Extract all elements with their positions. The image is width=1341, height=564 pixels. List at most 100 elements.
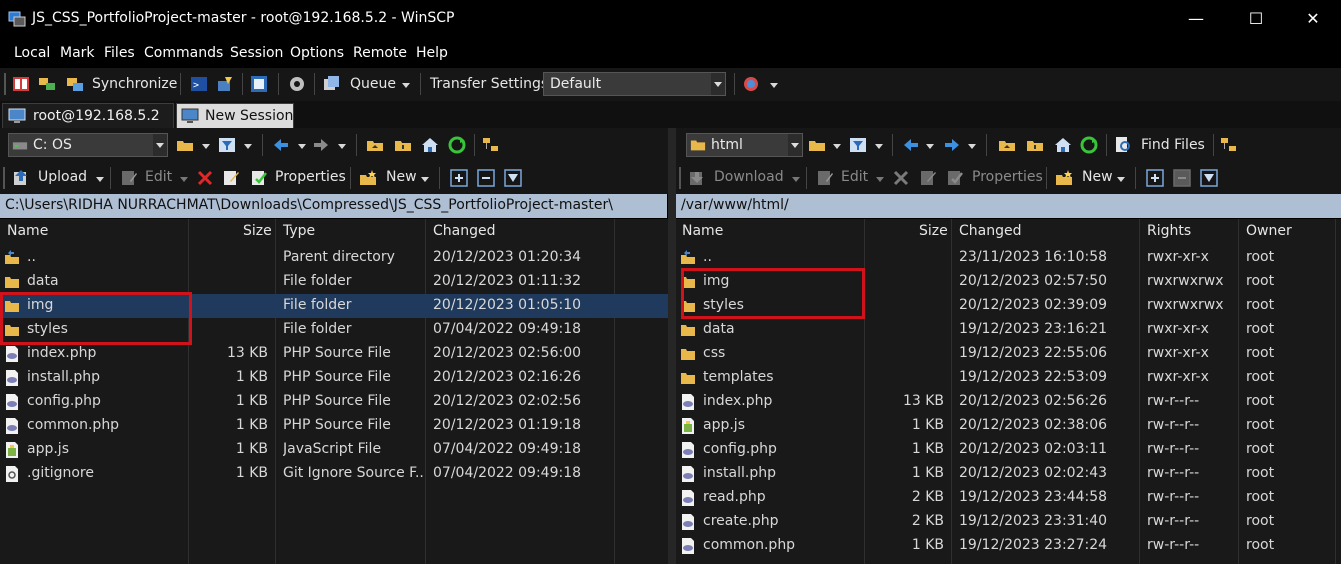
synchronize-button[interactable]: Synchronize	[92, 76, 177, 92]
console-icon[interactable]: >	[190, 75, 208, 93]
filter-icon[interactable]	[218, 136, 236, 154]
table-row[interactable]: install.php 1 KB PHP Source File 20/12/2023…	[0, 366, 668, 390]
menu-help[interactable]: Help	[416, 45, 448, 61]
parent-directory-icon[interactable]	[366, 136, 384, 154]
download-button[interactable]: Download	[714, 169, 784, 185]
table-row[interactable]: config.php 1 KB 20/12/2023 02:03:11 rw-r--r…	[676, 438, 1341, 462]
minimize-button[interactable]: —	[1173, 0, 1219, 38]
table-row[interactable]: create.php 2 KB 19/12/2023 23:31:40 rw-r--r…	[676, 510, 1341, 534]
home-icon[interactable]	[421, 136, 439, 154]
forward-dropdown-icon[interactable]	[338, 144, 346, 149]
session-dropdown-icon[interactable]	[770, 83, 778, 88]
queue-dropdown-icon[interactable]	[402, 83, 410, 88]
column-header-rights[interactable]: Rights	[1147, 223, 1191, 239]
filter-icon[interactable]	[849, 136, 867, 154]
table-row[interactable]: install.php 1 KB 20/12/2023 02:02:43 rw-r--…	[676, 462, 1341, 486]
root-directory-icon[interactable]	[394, 136, 412, 154]
back-arrow-icon[interactable]	[272, 136, 290, 154]
synchronize-browsing-icon[interactable]	[38, 75, 56, 93]
parent-directory-icon[interactable]	[998, 136, 1016, 154]
select-all-icon[interactable]	[1146, 169, 1164, 187]
edit-dropdown-icon[interactable]	[180, 177, 188, 182]
menu-mark[interactable]: Mark	[60, 45, 95, 61]
table-row[interactable]: .. Parent directory 20/12/2023 01:20:34	[0, 246, 668, 270]
filter-mask-icon[interactable]	[504, 169, 522, 187]
queue-button[interactable]: Queue	[350, 76, 396, 92]
table-row[interactable]: app.js 1 KB JavaScript File 07/04/2022 09:4…	[0, 438, 668, 462]
forward-arrow-icon[interactable]	[943, 136, 961, 154]
tree-view-icon[interactable]	[482, 136, 500, 154]
select-all-icon[interactable]	[450, 169, 468, 187]
upload-dropdown-icon[interactable]	[96, 177, 104, 182]
local-path-bar[interactable]: C:\Users\RIDHA NURRACHMAT\Downloads\Comp…	[0, 194, 667, 218]
filter-dropdown-icon[interactable]	[244, 144, 252, 149]
delete-icon[interactable]	[196, 169, 214, 187]
reconnect-session-icon[interactable]	[742, 75, 760, 93]
home-icon[interactable]	[1054, 136, 1072, 154]
menu-files[interactable]: Files	[104, 45, 135, 61]
table-row[interactable]: .. 23/11/2023 16:10:58 rwxr-xr-x root	[676, 246, 1341, 270]
open-folder-dropdown-icon[interactable]	[833, 144, 841, 149]
menu-remote[interactable]: Remote	[353, 45, 407, 61]
menu-session[interactable]: Session	[230, 45, 283, 61]
open-folder-icon[interactable]	[176, 136, 194, 154]
table-row[interactable]: app.js 1 KB 20/12/2023 02:38:06 rw-r--r-- ro…	[676, 414, 1341, 438]
local-drive-select[interactable]: C: OS	[8, 133, 168, 157]
unselect-all-icon[interactable]	[1173, 169, 1191, 187]
upload-button[interactable]: Upload	[38, 169, 87, 185]
edit-button[interactable]: Edit	[145, 169, 172, 185]
table-row[interactable]: .gitignore 1 KB Git Ignore Source F... 07/0…	[0, 462, 668, 486]
table-row[interactable]: index.php 13 KB PHP Source File 20/12/2023 …	[0, 342, 668, 366]
preferences-icon[interactable]	[250, 75, 268, 93]
new-dropdown-icon[interactable]	[1117, 177, 1125, 182]
forward-arrow-icon[interactable]	[312, 136, 330, 154]
table-row[interactable]: common.php 1 KB PHP Source File 20/12/2023 …	[0, 414, 668, 438]
new-button[interactable]: New	[386, 169, 417, 185]
menu-options[interactable]: Options	[290, 45, 344, 61]
back-arrow-icon[interactable]	[902, 136, 920, 154]
remote-directory-select[interactable]: html	[686, 133, 803, 157]
back-dropdown-icon[interactable]	[298, 144, 306, 149]
refresh-icon[interactable]	[1080, 136, 1098, 154]
remote-path-bar[interactable]: /var/www/html/	[676, 194, 1341, 218]
table-row[interactable]: data 19/12/2023 23:16:21 rwxr-xr-x root	[676, 318, 1341, 342]
rename-icon[interactable]	[919, 169, 937, 187]
compare-directories-icon[interactable]	[12, 75, 30, 93]
table-row[interactable]: index.php 13 KB 20/12/2023 02:56:26 rw-r--r…	[676, 390, 1341, 414]
table-row[interactable]: config.php 1 KB PHP Source File 20/12/2023 …	[0, 390, 668, 414]
table-row[interactable]: css 19/12/2023 22:55:06 rwxr-xr-x root	[676, 342, 1341, 366]
download-dropdown-icon[interactable]	[792, 177, 800, 182]
new-button[interactable]: New	[1082, 169, 1113, 185]
properties-button[interactable]: Properties	[275, 169, 346, 185]
transfer-preset-select[interactable]: Default	[543, 72, 726, 96]
back-dropdown-icon[interactable]	[926, 144, 934, 149]
table-row[interactable]: read.php 2 KB 19/12/2023 23:44:58 rw-r--r--…	[676, 486, 1341, 510]
delete-icon[interactable]	[892, 169, 910, 187]
tree-view-icon[interactable]	[1220, 136, 1238, 154]
refresh-icon[interactable]	[448, 136, 466, 154]
column-header-size[interactable]: Size	[919, 223, 948, 239]
rename-icon[interactable]	[222, 169, 240, 187]
filter-dropdown-icon[interactable]	[875, 144, 883, 149]
open-folder-icon[interactable]	[808, 136, 826, 154]
menu-commands[interactable]: Commands	[144, 45, 223, 61]
close-window-button[interactable]: ✕	[1290, 0, 1336, 38]
root-directory-icon[interactable]	[1026, 136, 1044, 154]
column-header-changed[interactable]: Changed	[959, 223, 1022, 239]
filter-mask-icon[interactable]	[1200, 169, 1218, 187]
column-header-changed[interactable]: Changed	[433, 223, 496, 239]
find-files-button[interactable]: Find Files	[1141, 137, 1205, 153]
column-header-name[interactable]: Name	[682, 223, 723, 239]
edit-button[interactable]: Edit	[841, 169, 868, 185]
column-header-type[interactable]: Type	[283, 223, 315, 239]
putty-icon[interactable]	[216, 75, 234, 93]
panel-splitter[interactable]	[668, 128, 676, 564]
unselect-all-icon[interactable]	[477, 169, 495, 187]
menu-local[interactable]: Local	[14, 45, 50, 61]
table-row[interactable]: templates 19/12/2023 22:53:09 rwxr-xr-x roo…	[676, 366, 1341, 390]
column-header-name[interactable]: Name	[7, 223, 48, 239]
edit-dropdown-icon[interactable]	[876, 177, 884, 182]
column-header-size[interactable]: Size	[243, 223, 272, 239]
properties-button[interactable]: Properties	[972, 169, 1043, 185]
open-folder-dropdown-icon[interactable]	[202, 144, 210, 149]
